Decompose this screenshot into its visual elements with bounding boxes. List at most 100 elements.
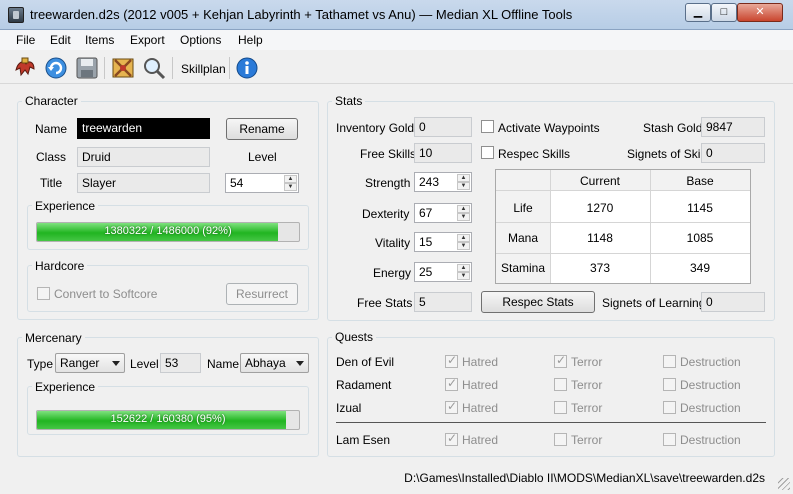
spin-arrows[interactable]: ▲ ▼: [284, 175, 297, 191]
energy-spinbox[interactable]: 25 ▲ ▼: [414, 262, 472, 282]
free-stats-label: Free Stats: [357, 296, 413, 310]
window-title: treewarden.d2s (2012 v005 + Kehjan Labyr…: [30, 7, 573, 22]
merc-name-value: Abhaya: [245, 356, 286, 370]
merc-name-dropdown[interactable]: Abhaya: [240, 353, 309, 373]
spin-arrows[interactable]: ▲ ▼: [457, 174, 470, 190]
quests-divider: [336, 422, 766, 423]
dexterity-label: Dexterity: [362, 207, 410, 221]
class-label: Class: [36, 150, 67, 164]
skillplan-button[interactable]: Skillplan: [181, 62, 226, 76]
quest-hatred-checkbox[interactable]: [445, 399, 458, 414]
strength-value: 243: [419, 175, 440, 189]
activate-waypoints-label: Activate Waypoints: [498, 121, 600, 135]
toolbar: Skillplan: [0, 51, 793, 84]
table-divider: [496, 253, 750, 254]
merc-level-label: Level: [130, 357, 159, 371]
life-mana-stamina-table: Current Base Life 1270 1145 Mana 1148 10…: [495, 169, 751, 284]
signets-of-skill-label: Signets of Skill: [627, 147, 706, 161]
quest-hatred-checkbox[interactable]: [445, 376, 458, 391]
close-button[interactable]: ✕: [737, 3, 783, 22]
table-cell: 1145: [687, 201, 713, 215]
quest-destruction-checkbox[interactable]: [663, 433, 676, 446]
quest-destruction-checkbox[interactable]: [663, 378, 676, 391]
hardcore-title: Hardcore: [32, 259, 88, 273]
quest-name: Den of Evil: [336, 355, 395, 369]
quest-hatred-checkbox[interactable]: [445, 353, 458, 368]
quests-group-title: Quests: [332, 330, 377, 344]
respec-skills-checkbox[interactable]: [481, 146, 494, 159]
convert-softcore-checkbox[interactable]: [37, 287, 50, 300]
toolbar-separator: [104, 57, 105, 79]
quest-name: Izual: [336, 401, 362, 415]
merc-experience-title: Experience: [32, 380, 99, 394]
quest-name: Lam Esen: [336, 433, 391, 447]
class-field: Druid: [77, 147, 210, 167]
table-cell: 1085: [686, 231, 714, 245]
spin-arrows[interactable]: ▲ ▼: [457, 234, 470, 250]
reload-icon[interactable]: [44, 56, 68, 80]
menu-export[interactable]: Export: [130, 33, 165, 47]
rename-button[interactable]: Rename: [226, 118, 298, 140]
minimize-button[interactable]: ▁: [685, 3, 711, 22]
energy-value: 25: [419, 265, 433, 279]
quest-hatred-label: Hatred: [462, 433, 499, 447]
quest-destruction-label: Destruction: [680, 378, 741, 392]
strength-label: Strength: [365, 176, 411, 190]
name-label: Name: [35, 122, 68, 136]
open-character-icon[interactable]: [13, 56, 37, 80]
resurrect-button[interactable]: Resurrect: [226, 283, 298, 305]
menu-file[interactable]: File: [16, 33, 35, 47]
quest-terror-checkbox[interactable]: [554, 433, 567, 446]
quest-terror-label: Terror: [571, 401, 603, 415]
menu-options[interactable]: Options: [180, 33, 221, 47]
character-group-title: Character: [22, 94, 81, 108]
quest-destruction-label: Destruction: [680, 401, 741, 415]
merc-type-label: Type: [27, 357, 54, 371]
energy-label: Energy: [373, 266, 412, 280]
status-bar: D:\Games\Installed\Diablo II\MODS\Median…: [0, 466, 793, 494]
info-icon[interactable]: [235, 56, 259, 80]
strength-spinbox[interactable]: 243 ▲ ▼: [414, 172, 472, 192]
stats-group-title: Stats: [332, 94, 366, 108]
quest-hatred-checkbox[interactable]: [445, 431, 458, 446]
quest-terror-label: Terror: [571, 378, 603, 392]
table-header-current: Current: [579, 174, 620, 188]
quest-terror-checkbox[interactable]: [554, 401, 567, 414]
mercenary-group-title: Mercenary: [22, 331, 85, 345]
activate-waypoints-checkbox[interactable]: [481, 120, 494, 133]
dexterity-spinbox[interactable]: 67 ▲ ▼: [414, 203, 472, 223]
items-icon[interactable]: [111, 56, 135, 80]
toolbar-separator: [172, 57, 173, 79]
respec-stats-button[interactable]: Respec Stats: [481, 291, 595, 313]
maximize-button[interactable]: □: [711, 3, 737, 22]
resize-grip[interactable]: [778, 478, 790, 490]
quest-hatred-label: Hatred: [462, 401, 499, 415]
quest-terror-checkbox[interactable]: [554, 353, 567, 368]
find-items-icon[interactable]: [142, 56, 166, 80]
inventory-gold-label: Inventory Gold: [336, 121, 415, 135]
quest-terror-checkbox[interactable]: [554, 378, 567, 391]
quest-destruction-checkbox[interactable]: [663, 355, 676, 368]
spin-arrows[interactable]: ▲ ▼: [457, 205, 470, 221]
spin-arrows[interactable]: ▲ ▼: [457, 264, 470, 280]
quest-hatred-label: Hatred: [462, 378, 499, 392]
table-cell: 373: [589, 261, 611, 275]
table-divider: [496, 222, 750, 223]
vitality-spinbox[interactable]: 15 ▲ ▼: [414, 232, 472, 252]
quest-destruction-checkbox[interactable]: [663, 401, 676, 414]
chevron-down-icon: [296, 361, 304, 366]
merc-name-label: Name: [207, 357, 240, 371]
character-name-input[interactable]: treewarden: [77, 118, 210, 139]
menu-help[interactable]: Help: [238, 33, 263, 47]
save-icon[interactable]: [75, 56, 99, 80]
menu-edit[interactable]: Edit: [50, 33, 71, 47]
menu-items[interactable]: Items: [85, 33, 114, 47]
merc-experience-progress-bar: 152622 / 160380 (95%): [36, 410, 300, 430]
signets-of-skill-field: 0: [701, 143, 765, 163]
respec-skills-label: Respec Skills: [498, 147, 571, 161]
level-spinbox[interactable]: 54 ▲ ▼: [225, 173, 299, 193]
table-header-base: Base: [686, 174, 714, 188]
table-row-label: Mana: [507, 231, 539, 245]
quest-terror-label: Terror: [571, 355, 603, 369]
merc-type-dropdown[interactable]: Ranger: [55, 353, 125, 373]
